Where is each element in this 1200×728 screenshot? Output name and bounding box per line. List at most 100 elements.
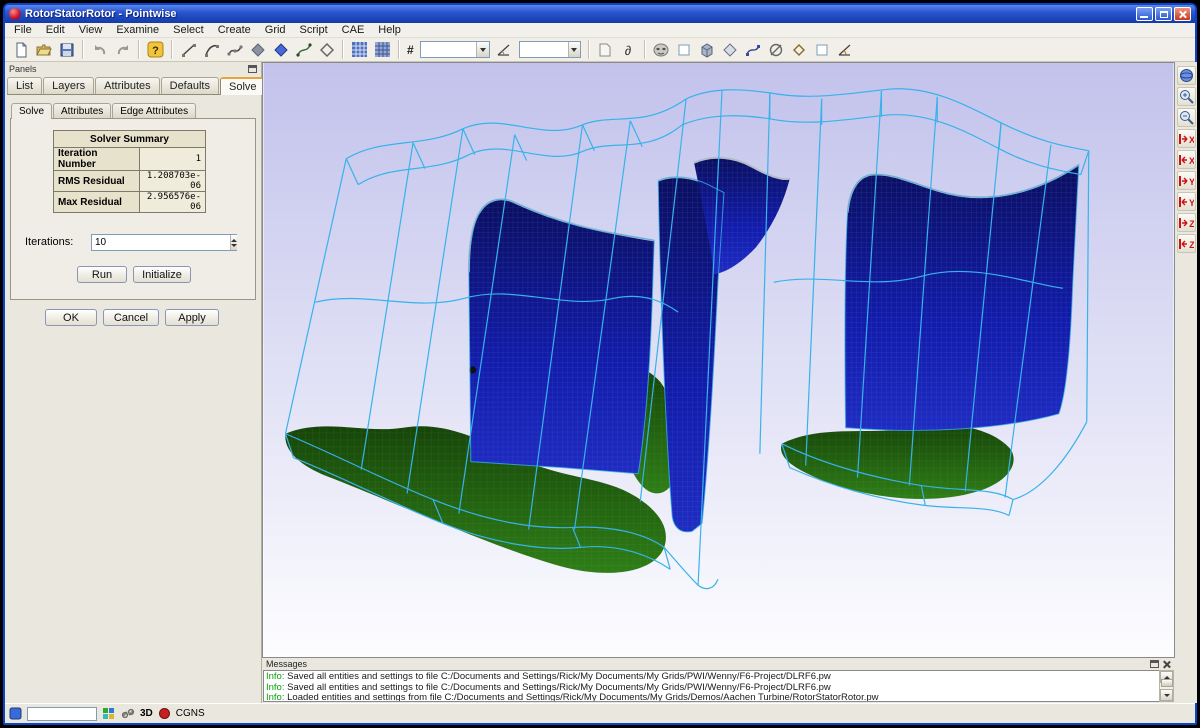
curve-points-button[interactable]: [292, 39, 315, 60]
link-tool-icon[interactable]: [121, 707, 135, 720]
menu-view[interactable]: View: [72, 23, 110, 37]
blade-mesh-left[interactable]: [469, 199, 654, 473]
mask-icon: [653, 42, 669, 58]
dimension-dropdown-button[interactable]: [476, 42, 488, 57]
point-tool-button[interactable]: [246, 39, 269, 60]
draw-spline-button[interactable]: [223, 39, 246, 60]
tab-list[interactable]: List: [7, 77, 42, 94]
menu-file[interactable]: File: [7, 23, 39, 37]
status-input[interactable]: [27, 707, 97, 721]
connector-spline-icon: [745, 42, 761, 58]
database-mask-button[interactable]: [765, 39, 788, 60]
mask-checkbox-2[interactable]: [811, 39, 834, 60]
scroll-down-button[interactable]: [1160, 689, 1173, 701]
undo-button[interactable]: [88, 39, 111, 60]
iterations-row: Iterations:: [5, 234, 261, 252]
blade-mesh-right[interactable]: [845, 165, 1079, 431]
menu-create[interactable]: Create: [211, 23, 258, 37]
dimension-input[interactable]: [421, 43, 477, 56]
view-minus-x-button[interactable]: X: [1177, 150, 1196, 169]
viewport-3d-scene[interactable]: [263, 63, 1174, 657]
tab-attributes[interactable]: Attributes: [95, 77, 159, 94]
open-file-button[interactable]: [32, 39, 55, 60]
iterations-stepper[interactable]: [91, 234, 237, 251]
layer-grid-icon[interactable]: [102, 707, 116, 720]
copy-page-button[interactable]: [594, 39, 617, 60]
new-file-button[interactable]: [9, 39, 32, 60]
grid-solid-icon: [351, 41, 368, 58]
angle-dropdown-button[interactable]: [568, 42, 580, 57]
menu-select[interactable]: Select: [166, 23, 211, 37]
view-plus-x-button[interactable]: X: [1177, 129, 1196, 148]
connector-mask-button[interactable]: [742, 39, 765, 60]
block-mask-button[interactable]: [696, 39, 719, 60]
scroll-thumb[interactable]: [1161, 679, 1173, 687]
subtab-attributes[interactable]: Attributes: [53, 103, 111, 118]
view-minus-y-button[interactable]: Y: [1177, 192, 1196, 211]
draw-arc-button[interactable]: [200, 39, 223, 60]
table-row: Max Residual 2.956576e-06: [54, 192, 206, 213]
chevron-down-icon: [571, 48, 577, 52]
zoom-out-button[interactable]: [1177, 108, 1196, 127]
view-minus-z-button[interactable]: Z: [1177, 234, 1196, 253]
subtab-solve[interactable]: Solve: [11, 103, 52, 119]
view-sphere-icon: [1179, 68, 1194, 83]
checkbox-icon: [816, 44, 828, 56]
close-button[interactable]: [1174, 7, 1191, 21]
angle-combo[interactable]: [519, 41, 581, 58]
iterations-spin-buttons[interactable]: [230, 235, 237, 250]
float-panel-icon[interactable]: [248, 65, 257, 73]
view-minus-z-icon: Z: [1178, 237, 1194, 251]
shaded-grid-button[interactable]: [371, 39, 394, 60]
tab-defaults[interactable]: Defaults: [161, 77, 219, 94]
maximize-button[interactable]: [1155, 7, 1172, 21]
draw-arc-icon: [204, 42, 220, 58]
messages-scrollbar[interactable]: [1159, 670, 1174, 702]
database-point-button[interactable]: [269, 39, 292, 60]
tab-solve[interactable]: Solve: [220, 77, 266, 95]
dimension-mode-label[interactable]: 3D: [140, 708, 153, 719]
tab-layers[interactable]: Layers: [43, 77, 94, 94]
minimize-button[interactable]: [1136, 7, 1153, 21]
close-messages-icon[interactable]: [1162, 660, 1171, 669]
initialize-button[interactable]: Initialize: [133, 266, 191, 283]
menu-script[interactable]: Script: [293, 23, 335, 37]
domain-mask-button[interactable]: [719, 39, 742, 60]
mask-visibility-button[interactable]: [650, 39, 673, 60]
dimension-combo[interactable]: [420, 41, 490, 58]
svg-text:?: ?: [152, 45, 159, 57]
apply-button[interactable]: Apply: [165, 309, 219, 326]
run-button[interactable]: Run: [77, 266, 127, 283]
mask-checkbox-1[interactable]: [673, 39, 696, 60]
view-plus-z-button[interactable]: Z: [1177, 213, 1196, 232]
draw-line-button[interactable]: [177, 39, 200, 60]
zoom-in-button[interactable]: [1177, 87, 1196, 106]
subtab-edge-attributes[interactable]: Edge Attributes: [112, 103, 196, 118]
panels-dock: Panels List Layers Attributes Defaults S…: [5, 62, 262, 703]
svg-text:Z: Z: [1189, 240, 1194, 250]
view-sphere-button[interactable]: [1177, 66, 1196, 85]
save-file-button[interactable]: [55, 39, 78, 60]
float-messages-icon[interactable]: [1150, 660, 1159, 668]
redo-button[interactable]: [111, 39, 134, 60]
iterations-input[interactable]: [92, 235, 230, 250]
ok-button[interactable]: OK: [45, 309, 97, 326]
menu-grid[interactable]: Grid: [258, 23, 293, 37]
structured-grid-button[interactable]: [348, 39, 371, 60]
view-plus-y-button[interactable]: Y: [1177, 171, 1196, 190]
menu-help[interactable]: Help: [371, 23, 408, 37]
derivative-button[interactable]: ∂: [617, 39, 640, 60]
menu-cae[interactable]: CAE: [335, 23, 372, 37]
spacing-tool-button[interactable]: [493, 39, 516, 60]
view-plus-z-icon: Z: [1178, 216, 1194, 230]
spacing-mask-button[interactable]: [788, 39, 811, 60]
cancel-button[interactable]: Cancel: [103, 309, 159, 326]
menu-edit[interactable]: Edit: [39, 23, 72, 37]
diamond-outline-button[interactable]: [315, 39, 338, 60]
angle-input[interactable]: [520, 43, 568, 56]
menu-examine[interactable]: Examine: [109, 23, 166, 37]
help-button[interactable]: ?: [144, 39, 167, 60]
viewport-3d[interactable]: [262, 62, 1175, 658]
angle-measure-button[interactable]: [834, 39, 857, 60]
messages-log[interactable]: Info: Saved all entities and settings to…: [263, 670, 1174, 702]
